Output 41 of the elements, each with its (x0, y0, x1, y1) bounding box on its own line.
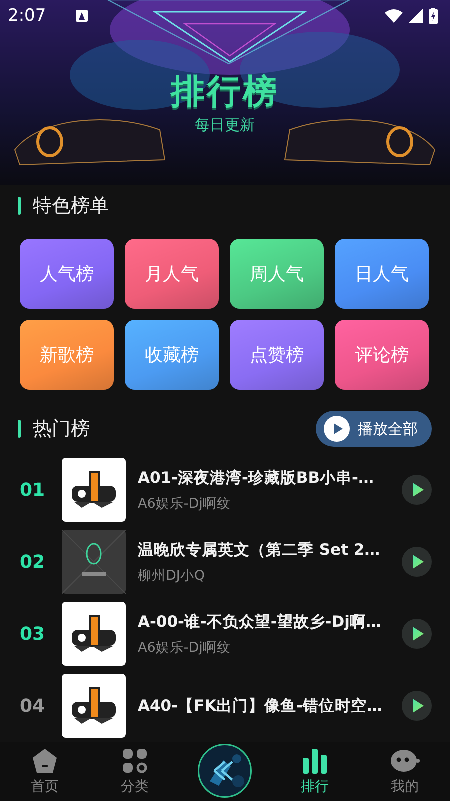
nav-tab[interactable]: 首页 (0, 742, 90, 801)
rank-number: 02 (20, 552, 46, 572)
song-title[interactable]: 温晚欣专属英文（第二季 Set 2… (138, 540, 396, 560)
nav-tab[interactable]: 分类 (90, 742, 180, 801)
play-icon[interactable] (402, 691, 432, 721)
section-title: 热门榜 (33, 417, 90, 442)
chart-category-tile[interactable]: 收藏榜 (125, 320, 219, 390)
song-title[interactable]: A40-【FK出门】像鱼-错位时空… (138, 696, 396, 716)
nav-tab[interactable]: 我的 (360, 742, 450, 801)
chart-category-tile[interactable]: 人气榜 (20, 239, 114, 309)
battery-icon (429, 8, 438, 24)
artist-name: 柳州DJ小Q (138, 566, 206, 584)
rank-number: 04 (20, 696, 46, 716)
status-time: 2:07 (8, 6, 46, 26)
play-icon[interactable] (402, 547, 432, 577)
section-title: 特色榜单 (33, 194, 109, 219)
chart-category-tile[interactable]: 月人气 (125, 239, 219, 309)
notification-icon (76, 10, 88, 22)
artist-name: A6娱乐-Dj啊纹 (138, 638, 232, 656)
play-all-button[interactable]: 播放全部 (316, 411, 432, 447)
rank-number: 01 (20, 480, 46, 500)
banner-title: 排行榜 (171, 72, 279, 112)
play-icon (324, 416, 350, 442)
robot-icon (390, 748, 420, 774)
wifi-icon (385, 9, 403, 23)
chart-category-tile[interactable]: 点赞榜 (230, 320, 324, 390)
rank-number: 03 (20, 624, 46, 644)
song-title[interactable]: A01-深夜港湾-珍藏版BB小串-… (138, 468, 396, 488)
artist-name: A6娱乐-Dj啊纹 (138, 494, 232, 512)
play-icon[interactable] (402, 619, 432, 649)
chart-category-tile[interactable]: 日人气 (335, 239, 429, 309)
song-title[interactable]: A-00-谁-不负众望-望故乡-Dj啊… (138, 612, 396, 632)
banner-subtitle: 每日更新 (195, 116, 255, 135)
play-icon[interactable] (402, 475, 432, 505)
grid-icon (122, 748, 148, 774)
signal-icon (409, 9, 423, 23)
chart-category-tile[interactable]: 评论榜 (335, 320, 429, 390)
nav-tab[interactable]: 排行 (270, 742, 360, 801)
now-playing-disc[interactable] (198, 744, 252, 798)
home-icon (32, 748, 58, 774)
bar-chart-icon (302, 748, 328, 774)
